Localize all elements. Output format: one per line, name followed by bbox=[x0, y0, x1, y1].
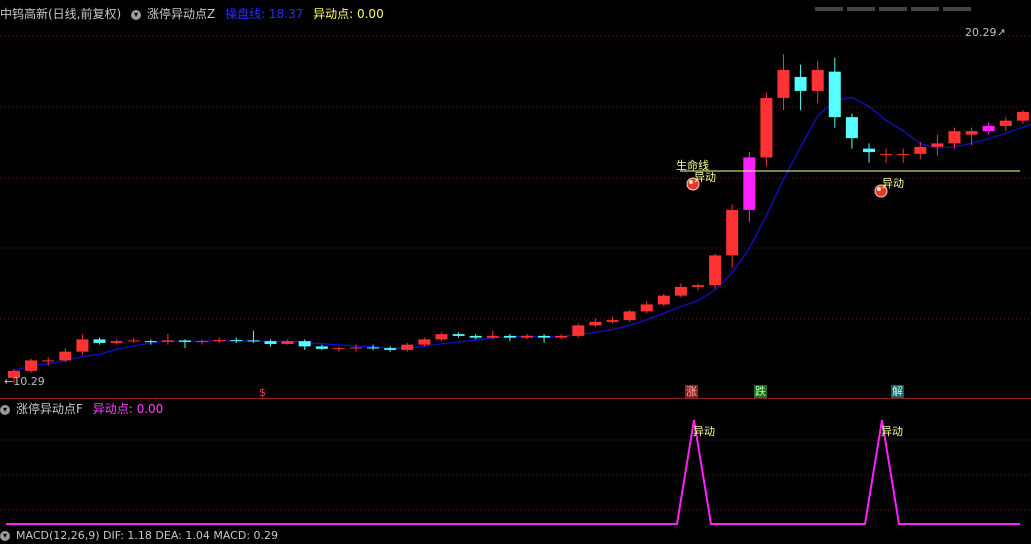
candle-body bbox=[674, 286, 687, 296]
signal-ball-highlight bbox=[877, 187, 881, 191]
candle-body bbox=[640, 304, 653, 312]
candle-body bbox=[452, 334, 465, 336]
candle-body bbox=[401, 344, 414, 350]
candle-body bbox=[247, 340, 260, 342]
candle-body bbox=[931, 143, 944, 147]
candle-body bbox=[726, 209, 739, 256]
candle-body bbox=[709, 255, 722, 286]
sub-panel-header: ▾ 涨停异动点F 异动点: 0.00 bbox=[0, 401, 169, 417]
moving-average bbox=[13, 96, 1031, 372]
macd-menu-icon[interactable]: ▾ bbox=[0, 531, 10, 541]
candle-body bbox=[264, 341, 277, 344]
candle-body bbox=[555, 335, 568, 338]
candle-body bbox=[965, 131, 978, 135]
candle-body bbox=[213, 340, 226, 342]
candle-body bbox=[486, 335, 499, 338]
candles bbox=[8, 54, 1029, 384]
kline-chart[interactable] bbox=[0, 0, 1031, 536]
candle-body bbox=[110, 341, 123, 343]
candle-body bbox=[418, 339, 431, 345]
candle-body bbox=[93, 339, 106, 343]
candle-body bbox=[384, 348, 397, 350]
ma-line bbox=[13, 96, 1031, 372]
sub-peak-label-2: 异动 bbox=[881, 425, 903, 438]
candle-body bbox=[657, 295, 670, 305]
candle-body bbox=[914, 146, 927, 154]
candle-body bbox=[863, 148, 875, 153]
price-low-label: ←10.29 bbox=[4, 375, 45, 388]
candle-body bbox=[982, 125, 995, 132]
grid-lines bbox=[0, 35, 1031, 511]
sub-peak-label-1: 异动 bbox=[693, 425, 715, 438]
candle-body bbox=[25, 360, 38, 371]
candle-body bbox=[435, 334, 448, 340]
candle-body bbox=[897, 153, 910, 155]
candle-body bbox=[623, 311, 636, 321]
candle-body bbox=[880, 153, 893, 155]
signal-label-2: 异动 bbox=[882, 177, 904, 190]
candle-body bbox=[743, 157, 756, 210]
candle-body bbox=[161, 340, 174, 342]
candle-body bbox=[999, 120, 1012, 126]
marker-jie: 解 bbox=[891, 385, 904, 398]
sub-signal-value: 异动点: 0.00 bbox=[92, 402, 164, 416]
sub-indicator-name[interactable]: 涨停异动点F bbox=[16, 402, 83, 416]
candle-body bbox=[521, 335, 533, 338]
candle-body bbox=[845, 117, 858, 139]
candle-body bbox=[811, 69, 824, 91]
candle-body bbox=[538, 335, 551, 338]
candle-body bbox=[332, 348, 345, 350]
candle-body bbox=[127, 340, 140, 342]
candle-body bbox=[315, 346, 328, 349]
macd-panel-header: ▾ MACD(12,26,9) DIF: 1.18 DEA: 1.04 MACD:… bbox=[0, 528, 284, 544]
candle-body bbox=[1016, 111, 1029, 121]
sub-panel-plot bbox=[6, 419, 1020, 525]
candle-body bbox=[606, 320, 619, 322]
candle-body bbox=[42, 360, 55, 362]
panel-separator bbox=[0, 398, 1031, 399]
candle-body bbox=[760, 97, 773, 158]
candle-body bbox=[76, 339, 89, 352]
marker-zhang: 涨 bbox=[685, 385, 698, 398]
candle-body bbox=[281, 341, 294, 344]
candle-body bbox=[777, 69, 790, 98]
signal-line bbox=[6, 419, 1020, 525]
candle-body bbox=[948, 131, 961, 144]
candle-body bbox=[230, 340, 243, 342]
price-high-label: 20.29↗ bbox=[965, 26, 1006, 39]
sub-indicator-menu-icon[interactable]: ▾ bbox=[0, 404, 10, 415]
candle-body bbox=[144, 341, 157, 343]
candle-body bbox=[794, 76, 807, 91]
candle-body bbox=[196, 341, 209, 343]
candle-body bbox=[589, 321, 602, 326]
candle-body bbox=[367, 347, 380, 349]
signal-ball-highlight bbox=[689, 180, 693, 184]
candle-body bbox=[503, 335, 516, 338]
candle-body bbox=[828, 71, 841, 118]
candle-body bbox=[350, 347, 362, 349]
candle-body bbox=[298, 341, 311, 347]
chart-extras bbox=[680, 170, 1020, 198]
candle-body bbox=[572, 325, 585, 336]
candle-body bbox=[692, 285, 704, 287]
candle-body bbox=[469, 335, 482, 338]
marker-die: 跌 bbox=[754, 385, 767, 398]
signal-label-1: 异动 bbox=[694, 171, 716, 184]
candle-body bbox=[59, 351, 72, 361]
candle-body bbox=[179, 340, 191, 342]
